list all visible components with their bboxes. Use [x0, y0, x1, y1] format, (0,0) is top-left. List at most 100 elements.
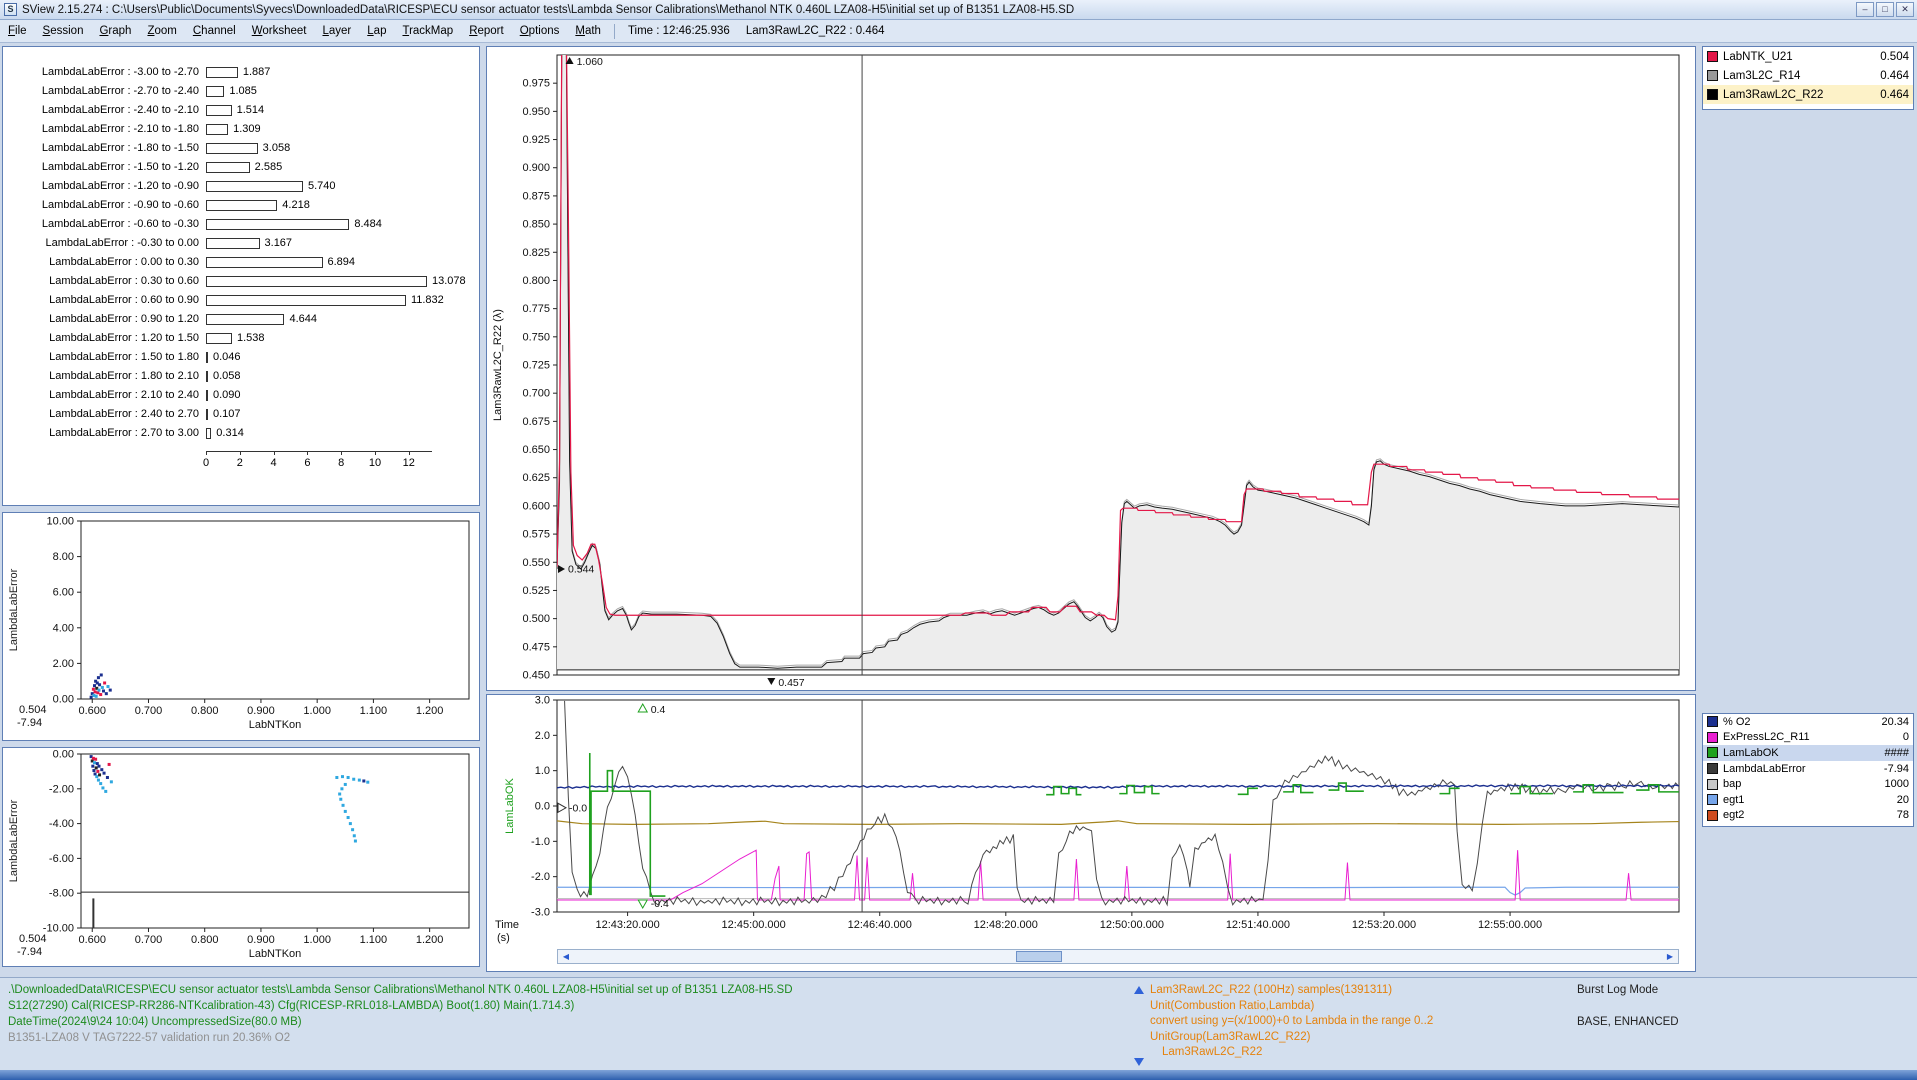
log-info-line: .\DownloadedData\RICESP\ECU sensor actua…: [8, 984, 793, 996]
menu-zoom[interactable]: Zoom: [139, 22, 184, 40]
histogram-row: LambdaLabError : 2.10 to 2.400.090: [3, 386, 479, 405]
svg-text:8.00: 8.00: [53, 551, 74, 563]
scroll-down-icon[interactable]: [1134, 1058, 1144, 1066]
scatter-point: [95, 775, 98, 778]
legend-row-expressl2cr11[interactable]: ExPressL2C_R110: [1703, 730, 1913, 746]
lower-chart-legend: % O220.34ExPressL2C_R110LamLabOK####Lamb…: [1702, 713, 1914, 827]
channel-color-swatch: [1707, 89, 1718, 100]
x-axis-label: Time: [495, 919, 519, 931]
legend-row-lam3rawl2cr22[interactable]: Lam3RawL2C_R220.464: [1703, 85, 1913, 104]
scatter-point: [101, 786, 104, 789]
channel-value: 0.504: [1880, 51, 1909, 63]
close-button[interactable]: ✕: [1896, 2, 1914, 17]
svg-text:1.100: 1.100: [360, 934, 388, 946]
scatter-point: [92, 688, 95, 691]
menu-trackmap[interactable]: TrackMap: [394, 22, 461, 40]
channel-value: 0: [1903, 731, 1909, 743]
channel-name: Lam3L2C_R14: [1723, 70, 1880, 82]
x-tick-label: 12:43:20.000: [595, 919, 659, 931]
histogram-row: LambdaLabError : -2.40 to -2.101.514: [3, 101, 479, 120]
histogram-bin-label: LambdaLabError : -1.50 to -1.20: [3, 161, 199, 173]
histogram-bar-value: 0.107: [213, 408, 241, 420]
menu-worksheet[interactable]: Worksheet: [244, 22, 315, 40]
menu-lap[interactable]: Lap: [359, 22, 394, 40]
menu-channel[interactable]: Channel: [185, 22, 244, 40]
plot-area[interactable]: [557, 700, 1679, 912]
channel-info-line: Lam3RawL2C_R22 (100Hz) samples(1391311): [1150, 984, 1392, 996]
channel-color-swatch: [1707, 779, 1718, 790]
histogram-bin-label: LambdaLabError : 1.50 to 1.80: [3, 351, 199, 363]
svg-text:0.925: 0.925: [522, 134, 550, 146]
svg-text:0.825: 0.825: [522, 247, 550, 259]
histogram-bar: [206, 276, 427, 287]
svg-text:0.600: 0.600: [78, 934, 106, 946]
left-edge-marker-value: 0.544: [568, 564, 594, 576]
svg-text:0.525: 0.525: [522, 585, 550, 597]
scatter-point: [95, 695, 98, 698]
scatter-point: [366, 781, 369, 784]
plot-area[interactable]: [81, 521, 469, 699]
lower-time-series-chart[interactable]: 3.02.01.00.0-1.0-2.0-3.0LamLabOK12:43:20…: [487, 695, 1693, 947]
menu-math[interactable]: Math: [567, 22, 609, 40]
scatter-point: [341, 775, 344, 778]
x-tick-label: 12:46:40.000: [848, 919, 912, 931]
x-tick-label: 12:55:00.000: [1478, 919, 1542, 931]
legend-row-egt1[interactable]: egt120: [1703, 792, 1913, 808]
min-marker-icon: [767, 678, 775, 685]
legend-row-lamlabok[interactable]: LamLabOK####: [1703, 745, 1913, 761]
scatter-point: [340, 787, 343, 790]
cursor-readout: Time : 12:46:25.936Lam3RawL2C_R22 : 0.46…: [620, 22, 893, 40]
scatter-point: [108, 763, 111, 766]
histogram-bar-value: 0.058: [213, 370, 241, 382]
channel-value: ####: [1885, 747, 1909, 759]
menu-session[interactable]: Session: [35, 22, 92, 40]
legend-row-o2[interactable]: % O220.34: [1703, 714, 1913, 730]
legend-row-lam3l2cr14[interactable]: Lam3L2C_R140.464: [1703, 66, 1913, 85]
scatter-point: [358, 779, 361, 782]
scatter-plot-negative-error[interactable]: 0.00-2.00-4.00-6.00-8.00-10.000.6000.700…: [3, 748, 479, 966]
histogram-bar: [206, 181, 303, 192]
menu-file[interactable]: File: [0, 22, 35, 40]
minimize-button[interactable]: –: [1856, 2, 1874, 17]
histogram-bin-label: LambdaLabError : 0.90 to 1.20: [3, 313, 199, 325]
svg-text:-2.0: -2.0: [531, 871, 550, 883]
scatter-point: [101, 686, 104, 689]
scroll-up-icon[interactable]: [1134, 986, 1144, 994]
svg-text:0.700: 0.700: [522, 388, 550, 400]
histogram-row: LambdaLabError : 0.30 to 0.6013.078: [3, 272, 479, 291]
scrollbar-thumb[interactable]: [1016, 951, 1062, 962]
histogram-bar-value: 1.887: [243, 66, 271, 78]
scatter-point: [97, 676, 100, 679]
svg-text:0.875: 0.875: [522, 190, 550, 202]
svg-text:0.700: 0.700: [135, 705, 163, 717]
menu-report[interactable]: Report: [461, 22, 512, 40]
scatter-point: [106, 776, 109, 779]
legend-row-lambdalaberror[interactable]: LambdaLabError-7.94: [1703, 761, 1913, 777]
main-time-series-chart[interactable]: 0.4500.4750.5000.5250.5500.5750.6000.625…: [487, 47, 1693, 690]
scroll-left-icon[interactable]: ◀: [559, 950, 573, 963]
scatter-plot-positive-error[interactable]: 10.008.006.004.002.000.000.6000.7000.800…: [3, 513, 479, 740]
scroll-right-icon[interactable]: ▶: [1663, 950, 1677, 963]
menu-layer[interactable]: Layer: [314, 22, 359, 40]
svg-text:2.0: 2.0: [535, 730, 550, 742]
scatter-point: [97, 689, 100, 692]
menu-graph[interactable]: Graph: [91, 22, 139, 40]
svg-text:0.575: 0.575: [522, 529, 550, 541]
histogram-bin-label: LambdaLabError : 2.10 to 2.40: [3, 389, 199, 401]
maximize-button[interactable]: □: [1876, 2, 1894, 17]
menubar: FileSessionGraphZoomChannelWorksheetLaye…: [0, 20, 1917, 43]
scatter-point: [91, 765, 94, 768]
x-tick-label: 12:51:40.000: [1226, 919, 1290, 931]
scatter-point: [105, 692, 108, 695]
legend-row-egt2[interactable]: egt278: [1703, 808, 1913, 824]
histogram-bin-label: LambdaLabError : 1.20 to 1.50: [3, 332, 199, 344]
time-scrollbar[interactable]: ◀ ▶: [557, 949, 1679, 964]
x-tick-label: 12:50:00.000: [1100, 919, 1164, 931]
plot-area[interactable]: [81, 754, 469, 928]
histogram-x-tick-label: 0: [196, 457, 216, 469]
menu-separator: [614, 24, 615, 39]
menu-options[interactable]: Options: [512, 22, 568, 40]
legend-row-labntku21[interactable]: LabNTK_U210.504: [1703, 47, 1913, 66]
scatter-point: [349, 822, 352, 825]
legend-row-bap[interactable]: bap1000: [1703, 776, 1913, 792]
